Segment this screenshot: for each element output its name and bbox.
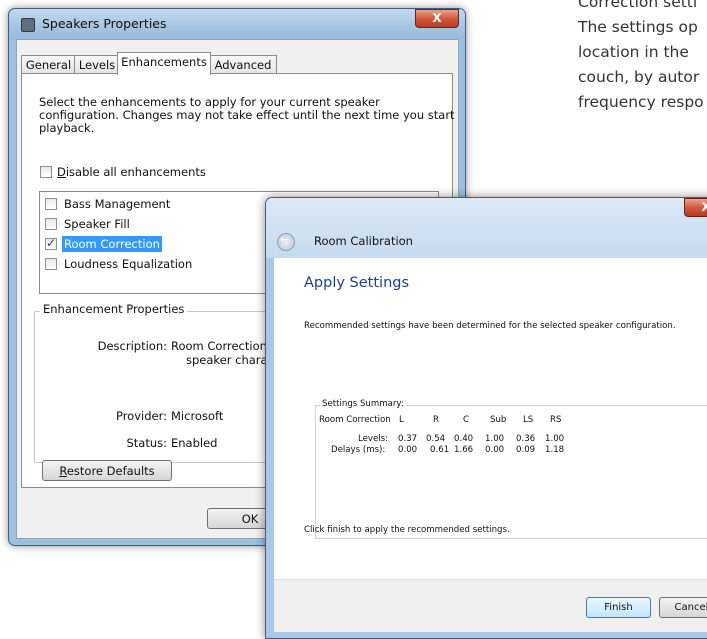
delays-value-r: 0.61	[430, 445, 450, 455]
close-button[interactable]: X	[415, 9, 459, 28]
close-button[interactable]: X	[684, 198, 707, 217]
article-line: frequency respo	[578, 93, 704, 111]
list-item-label: Room Correction	[62, 236, 162, 252]
room-calibration-window: X Room Calibration Apply Settings Recomm…	[265, 197, 707, 639]
summary-header-cell: Sub	[490, 415, 507, 425]
delays-value-ls: 0.09	[516, 445, 536, 455]
wizard-body: Apply Settings Recommended settings have…	[274, 258, 707, 632]
close-icon: X	[701, 200, 707, 214]
article-line: The settings op	[578, 18, 698, 36]
list-item-label: Speaker Fill	[64, 217, 130, 231]
delays-value-sub: 0.00	[485, 445, 505, 455]
levels-value-sub: 1.00	[485, 434, 505, 444]
title-bar[interactable]: Speakers Properties X	[9, 9, 465, 39]
summary-header-cell: C	[463, 415, 470, 425]
window-title: Speakers Properties	[42, 16, 167, 31]
list-item-label: Loudness Equalization	[64, 257, 193, 271]
button-label: estore Defaults	[66, 464, 155, 478]
article-line: Correction setti	[578, 0, 698, 11]
summary-header-cell: RS	[550, 415, 562, 425]
speaker-fill-checkbox[interactable]	[45, 218, 57, 230]
levels-value-rs: 1.00	[545, 434, 565, 444]
provider-value: Microsoft	[171, 409, 224, 423]
delays-value-l: 0.00	[398, 445, 418, 455]
enhancement-properties-label: Enhancement Properties	[40, 302, 188, 316]
delays-label: Delays (ms):	[331, 445, 386, 455]
restore-defaults-button[interactable]: Restore Defaults	[42, 460, 172, 481]
settings-summary-box	[315, 405, 707, 539]
article-line: location in the	[578, 43, 689, 61]
delays-value-rs: 1.18	[545, 445, 565, 455]
tab-enhancements[interactable]: Enhancements	[117, 52, 211, 75]
provider-key: Provider:	[115, 409, 167, 423]
levels-value-ls: 0.36	[516, 434, 536, 444]
status-value: Enabled	[171, 436, 218, 450]
levels-value-r: 0.54	[426, 434, 446, 444]
finish-button[interactable]: Finish	[586, 597, 651, 618]
room-correction-checkbox[interactable]	[45, 236, 57, 250]
loudness-equalization-checkbox[interactable]	[45, 258, 57, 270]
description-line: configuration. Changes may not take effe…	[39, 108, 455, 122]
description-key: Description:	[97, 339, 167, 353]
label-text: isable all enhancements	[65, 165, 206, 179]
description-line: playback.	[39, 121, 95, 135]
summary-header-cell: LS	[523, 415, 534, 425]
status-key: Status:	[126, 436, 167, 450]
disable-all-checkbox[interactable]	[40, 166, 52, 178]
summary-header-cell: Room Correction	[319, 415, 391, 425]
wizard-footer: Finish Cancel	[274, 579, 707, 632]
article-line: couch, by autor	[578, 68, 700, 86]
tab-general[interactable]: General	[21, 55, 76, 74]
intro-text: Recommended settings have been determine…	[304, 321, 676, 331]
tab-advanced[interactable]: Advanced	[209, 55, 277, 74]
close-icon: X	[432, 11, 442, 25]
bass-management-checkbox[interactable]	[45, 198, 57, 210]
delays-value-c: 1.66	[454, 445, 474, 455]
back-arrow-icon[interactable]	[277, 233, 295, 251]
summary-header-cell: L	[399, 415, 404, 425]
wizard-header: X Room Calibration	[266, 198, 707, 258]
disable-all-label[interactable]: Disable all enhancements	[57, 165, 206, 179]
mnemonic: D	[57, 165, 66, 179]
speaker-app-icon	[21, 18, 35, 32]
levels-value-l: 0.37	[398, 434, 418, 444]
window-title: Room Calibration	[314, 234, 413, 248]
page-title: Apply Settings	[304, 275, 410, 291]
levels-value-c: 0.40	[454, 434, 474, 444]
background-article-text: Correction setti The settings op locatio…	[578, 0, 707, 115]
summary-header-cell: R	[433, 415, 439, 425]
enhancements-description: Select the enhancements to apply for you…	[39, 96, 455, 135]
settings-summary-label: Settings Summary:	[320, 399, 406, 409]
list-item-label: Bass Management	[64, 197, 171, 211]
levels-label: Levels:	[358, 434, 389, 444]
tab-levels[interactable]: Levels	[74, 55, 120, 74]
cancel-button[interactable]: Cancel	[659, 597, 707, 618]
mnemonic: R	[59, 464, 67, 478]
finish-note: Click finish to apply the recommended se…	[304, 525, 510, 535]
